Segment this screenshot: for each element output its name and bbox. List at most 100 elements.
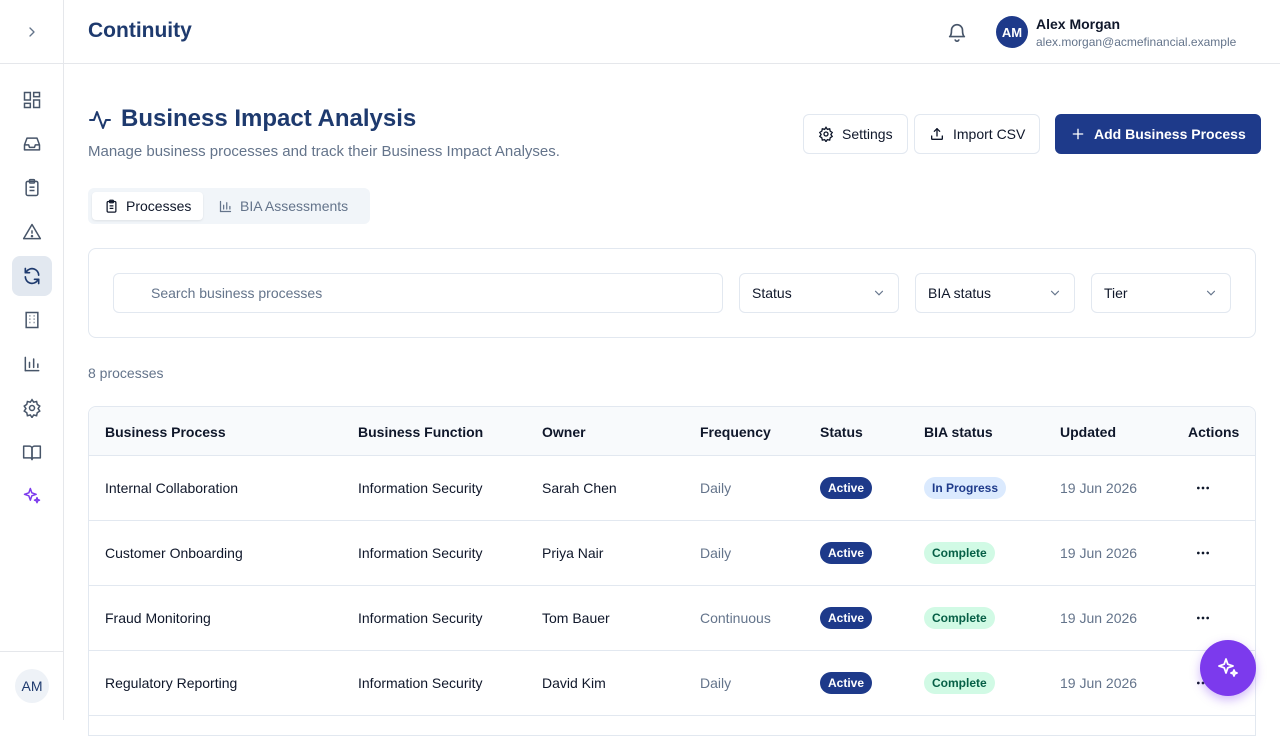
- column-header: Actions: [1188, 424, 1240, 440]
- gear-icon: [818, 126, 834, 142]
- app-title: Continuity: [88, 19, 192, 42]
- bia-status-select[interactable]: BIA status: [915, 273, 1075, 313]
- sidebar-item-docs[interactable]: [12, 432, 52, 472]
- tab-processes[interactable]: Processes: [92, 192, 204, 220]
- sidebar: AM: [0, 0, 64, 720]
- clipboard-icon: [106, 199, 117, 213]
- filter-card: Status BIA status Tier: [88, 248, 1256, 338]
- process-count: 8 processes: [88, 365, 164, 381]
- sidebar-footer: AM: [0, 651, 63, 720]
- status-badge: Active: [820, 672, 873, 694]
- table-row[interactable]: Customer Onboarding Information Security…: [89, 521, 1255, 586]
- column-header[interactable]: Owner: [542, 424, 586, 440]
- upload-icon: [931, 127, 943, 140]
- sidebar-expand-button[interactable]: [0, 0, 63, 64]
- dashboard-icon: [23, 91, 41, 109]
- tab-bia-assessments-label: BIA Assessments: [240, 198, 349, 214]
- updated-date: 19 Jun 2026: [1060, 675, 1138, 691]
- chevron-down-icon: [1206, 290, 1216, 296]
- status-select-value: Status: [752, 285, 792, 301]
- activity-icon: [89, 111, 111, 129]
- frequency: Continuous: [700, 610, 771, 626]
- frequency: Daily: [700, 545, 732, 561]
- refresh-icon: [24, 267, 40, 285]
- updated-date: 19 Jun 2026: [1060, 545, 1138, 561]
- row-actions-button[interactable]: [1191, 478, 1215, 498]
- plus-icon: [1072, 128, 1084, 140]
- tier-select[interactable]: Tier: [1091, 273, 1231, 313]
- status-select[interactable]: Status: [739, 273, 899, 313]
- status-badge: Active: [820, 542, 873, 564]
- sparkles-icon: [23, 487, 41, 504]
- column-header[interactable]: Status: [820, 424, 863, 440]
- gear-icon: [23, 398, 41, 418]
- tab-processes-label: Processes: [126, 198, 192, 214]
- tab-list: Processes BIA Assessments: [88, 188, 370, 224]
- status-badge: Active: [820, 477, 873, 499]
- process-name[interactable]: Fraud Monitoring: [105, 610, 211, 626]
- sidebar-item-continuity[interactable]: [12, 256, 52, 296]
- settings-button-label: Settings: [842, 126, 893, 142]
- business-function: Information Security: [358, 545, 483, 561]
- search-input[interactable]: [114, 274, 722, 312]
- ai-assistant-button[interactable]: [1200, 640, 1256, 696]
- user-avatar[interactable]: AM: [996, 16, 1028, 48]
- bell-icon[interactable]: [946, 21, 968, 43]
- book-icon: [22, 445, 42, 461]
- row-actions-button[interactable]: [1191, 543, 1215, 563]
- table-row[interactable]: Internal Collaboration Information Secur…: [89, 456, 1255, 521]
- search-field: [113, 273, 723, 313]
- page-subtitle: Manage business processes and track thei…: [88, 143, 560, 160]
- process-table: Business Process Business Function Owner…: [88, 406, 1256, 736]
- column-header[interactable]: BIA status: [924, 424, 993, 440]
- bia-status-badge: Complete: [924, 542, 995, 564]
- chevron-right-icon: [28, 26, 35, 37]
- sidebar-item-settings[interactable]: [12, 388, 52, 428]
- sidebar-item-reports[interactable]: [12, 344, 52, 384]
- owner: Sarah Chen: [542, 480, 617, 496]
- row-actions-button[interactable]: [1191, 608, 1215, 628]
- sidebar-item-tasks[interactable]: [12, 168, 52, 208]
- bar-chart-icon: [24, 356, 40, 372]
- bia-status-select-value: BIA status: [928, 285, 992, 301]
- frequency: Daily: [700, 675, 732, 691]
- table-row[interactable]: Fraud Monitoring Information Security To…: [89, 586, 1255, 651]
- business-function: Information Security: [358, 480, 483, 496]
- clipboard-icon: [25, 178, 39, 197]
- column-header[interactable]: Business Function: [358, 424, 483, 440]
- status-badge: Active: [820, 607, 873, 629]
- more-horizontal-icon: [1197, 551, 1209, 555]
- process-name[interactable]: Internal Collaboration: [105, 480, 238, 496]
- bia-status-badge: Complete: [924, 607, 995, 629]
- user-email: alex.morgan@acmefinancial.example: [1036, 35, 1237, 49]
- column-header[interactable]: Business Process: [105, 424, 226, 440]
- owner: David Kim: [542, 675, 606, 691]
- sidebar-item-dashboard[interactable]: [12, 80, 52, 120]
- bar-chart-icon: [219, 200, 232, 212]
- tab-bia-assessments[interactable]: BIA Assessments: [206, 192, 360, 220]
- settings-button[interactable]: Settings: [803, 114, 908, 154]
- tier-select-value: Tier: [1104, 285, 1128, 301]
- page-title: Business Impact Analysis: [121, 105, 417, 132]
- avatar[interactable]: AM: [15, 669, 49, 703]
- building-icon: [25, 311, 39, 329]
- sidebar-item-ai[interactable]: [12, 476, 52, 516]
- owner: Priya Nair: [542, 545, 604, 561]
- column-header[interactable]: Updated: [1060, 424, 1116, 440]
- business-function: Information Security: [358, 610, 483, 626]
- bia-status-badge: In Progress: [924, 477, 1007, 499]
- user-name: Alex Morgan: [1036, 16, 1121, 32]
- sidebar-item-organizations[interactable]: [12, 300, 52, 340]
- updated-date: 19 Jun 2026: [1060, 610, 1138, 626]
- sidebar-item-inbox[interactable]: [12, 124, 52, 164]
- sidebar-item-risks[interactable]: [12, 212, 52, 252]
- add-business-process-button[interactable]: Add Business Process: [1055, 114, 1261, 154]
- process-name[interactable]: Customer Onboarding: [105, 545, 243, 561]
- column-header[interactable]: Frequency: [700, 424, 771, 440]
- import-csv-button[interactable]: Import CSV: [914, 114, 1041, 154]
- process-name[interactable]: Regulatory Reporting: [105, 675, 237, 691]
- bia-status-badge: Complete: [924, 672, 995, 694]
- top-bar: Continuity AM Alex Morgan alex.morgan@ac…: [64, 0, 1280, 64]
- updated-date: 19 Jun 2026: [1060, 480, 1138, 496]
- table-row[interactable]: Regulatory Reporting Information Securit…: [89, 651, 1255, 716]
